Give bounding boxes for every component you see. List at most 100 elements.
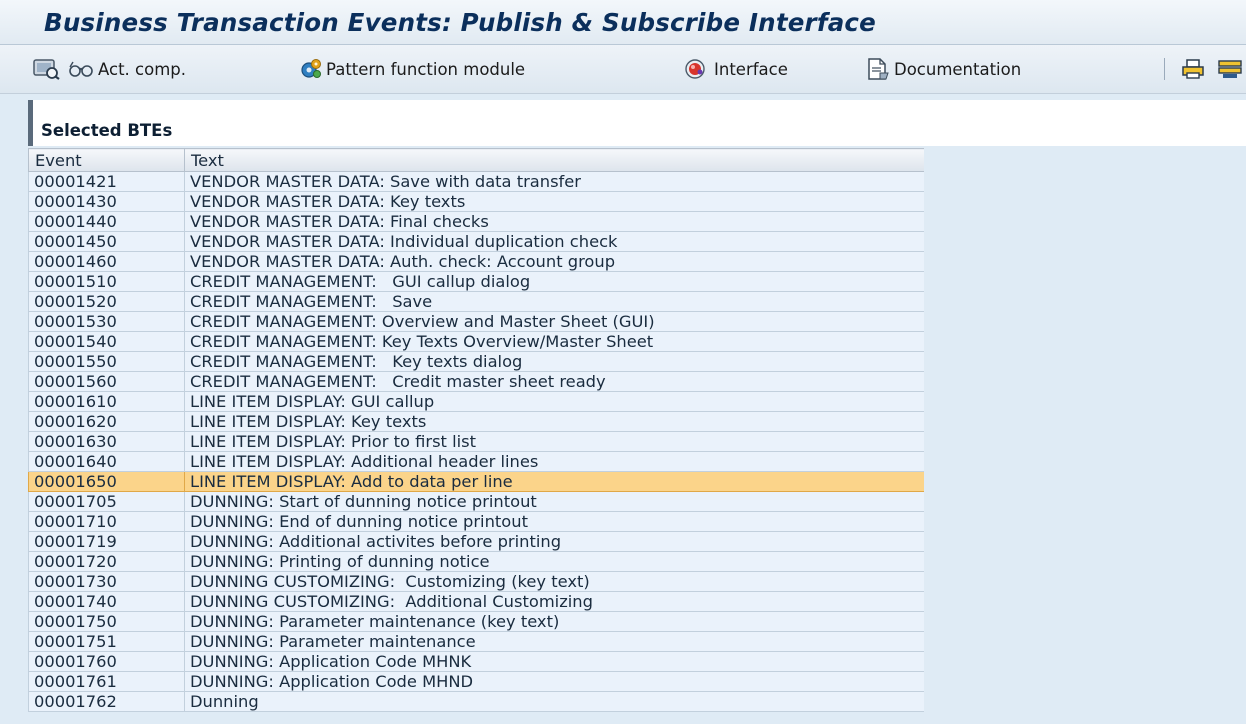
act-comp-button[interactable]: Act. comp. [68,58,186,80]
text-cell[interactable]: LINE ITEM DISPLAY: Add to data per line [184,471,925,492]
event-cell[interactable]: 00001730 [28,571,185,592]
table-row[interactable]: 00001610 LINE ITEM DISPLAY: GUI callup [28,391,925,412]
interface-button[interactable]: Interface [680,58,788,80]
table-row[interactable]: 00001640 LINE ITEM DISPLAY: Additional he… [28,451,925,472]
table-row[interactable]: 00001720 DUNNING: Printing of dunning not… [28,551,925,572]
table-row[interactable]: 00001630 LINE ITEM DISPLAY: Prior to firs… [28,431,925,452]
text-cell[interactable]: VENDOR MASTER DATA: Final checks [184,211,925,232]
table-row[interactable]: 00001762 Dunning [28,691,925,712]
text-cell[interactable]: CREDIT MANAGEMENT: Key texts dialog [184,351,925,372]
table-row[interactable]: 00001421 VENDOR MASTER DATA: Save with da… [28,171,925,192]
table-row[interactable]: 00001730 DUNNING CUSTOMIZING: Customizing… [28,571,925,592]
table-row[interactable]: 00001760 DUNNING: Application Code MHNK [28,651,925,672]
table-row[interactable]: 00001705 DUNNING: Start of dunning notice… [28,491,925,512]
interface-icon [680,58,710,80]
event-cell[interactable]: 00001440 [28,211,185,232]
document-icon [866,58,890,80]
text-cell[interactable]: CREDIT MANAGEMENT: Save [184,291,925,312]
table-row[interactable]: 00001450 VENDOR MASTER DATA: Individual d… [28,231,925,252]
filter-button[interactable] [1217,58,1245,80]
event-cell[interactable]: 00001510 [28,271,185,292]
event-cell[interactable]: 00001620 [28,411,185,432]
table-row[interactable]: 00001550 CREDIT MANAGEMENT: Key texts dia… [28,351,925,372]
text-cell[interactable]: DUNNING: Application Code MHND [184,671,925,692]
text-cell[interactable]: LINE ITEM DISPLAY: Prior to first list [184,431,925,452]
documentation-button[interactable]: Documentation [866,58,1021,80]
text-cell[interactable]: DUNNING: Additional activites before pri… [184,531,925,552]
event-cell[interactable]: 00001530 [28,311,185,332]
text-cell[interactable]: DUNNING: Parameter maintenance [184,631,925,652]
application-toolbar: Act. comp. Pattern function module Inter… [0,45,1246,94]
display-button[interactable] [33,58,61,80]
pattern-function-module-button[interactable]: Pattern function module [300,58,525,80]
text-cell[interactable]: Dunning [184,691,925,712]
table-row[interactable]: 00001510 CREDIT MANAGEMENT: GUI callup di… [28,271,925,292]
event-cell[interactable]: 00001762 [28,691,185,712]
text-cell[interactable]: LINE ITEM DISPLAY: Additional header lin… [184,451,925,472]
text-cell[interactable]: CREDIT MANAGEMENT: Key Texts Overview/Ma… [184,331,925,352]
display-glasses-icon [33,58,61,80]
selected-btes-panel-header: Selected BTEs [28,100,1246,146]
text-cell[interactable]: CREDIT MANAGEMENT: Credit master sheet r… [184,371,925,392]
text-cell[interactable]: DUNNING CUSTOMIZING: Customizing (key te… [184,571,925,592]
table-row[interactable]: 00001460 VENDOR MASTER DATA: Auth. check:… [28,251,925,272]
text-cell[interactable]: DUNNING: Parameter maintenance (key text… [184,611,925,632]
text-cell[interactable]: VENDOR MASTER DATA: Auth. check: Account… [184,251,925,272]
table-row[interactable]: 00001430 VENDOR MASTER DATA: Key texts [28,191,925,212]
documentation-label: Documentation [894,59,1022,79]
event-cell[interactable]: 00001761 [28,671,185,692]
column-header-event[interactable]: Event [28,148,185,172]
text-cell[interactable]: CREDIT MANAGEMENT: GUI callup dialog [184,271,925,292]
table-row[interactable]: 00001440 VENDOR MASTER DATA: Final checks [28,211,925,232]
text-cell[interactable]: DUNNING: End of dunning notice printout [184,511,925,532]
event-cell[interactable]: 00001520 [28,291,185,312]
event-cell[interactable]: 00001705 [28,491,185,512]
event-cell[interactable]: 00001760 [28,651,185,672]
text-cell[interactable]: VENDOR MASTER DATA: Key texts [184,191,925,212]
text-cell[interactable]: DUNNING: Application Code MHNK [184,651,925,672]
table-row[interactable]: 00001750 DUNNING: Parameter maintenance (… [28,611,925,632]
table-row[interactable]: 00001650 LINE ITEM DISPLAY: Add to data p… [28,471,925,492]
pattern-function-module-label: Pattern function module [326,59,526,79]
event-cell[interactable]: 00001751 [28,631,185,652]
text-cell[interactable]: VENDOR MASTER DATA: Save with data trans… [184,171,925,192]
event-cell[interactable]: 00001421 [28,171,185,192]
text-cell[interactable]: CREDIT MANAGEMENT: Overview and Master S… [184,311,925,332]
print-button[interactable] [1181,58,1205,80]
toolbar-separator [1164,58,1165,80]
event-cell[interactable]: 00001720 [28,551,185,572]
table-row[interactable]: 00001620 LINE ITEM DISPLAY: Key texts [28,411,925,432]
text-cell[interactable]: DUNNING: Printing of dunning notice [184,551,925,572]
event-cell[interactable]: 00001630 [28,431,185,452]
event-cell[interactable]: 00001430 [28,191,185,212]
printer-icon [1181,58,1205,80]
text-cell[interactable]: DUNNING: Start of dunning notice printou… [184,491,925,512]
table-row[interactable]: 00001761 DUNNING: Application Code MHND [28,671,925,692]
table-row[interactable]: 00001710 DUNNING: End of dunning notice p… [28,511,925,532]
table-row[interactable]: 00001530 CREDIT MANAGEMENT: Overview and … [28,311,925,332]
table-row[interactable]: 00001520 CREDIT MANAGEMENT: Save [28,291,925,312]
event-cell[interactable]: 00001560 [28,371,185,392]
event-cell[interactable]: 00001750 [28,611,185,632]
table-row[interactable]: 00001719 DUNNING: Additional activites be… [28,531,925,552]
event-cell[interactable]: 00001540 [28,331,185,352]
event-cell[interactable]: 00001550 [28,351,185,372]
event-cell[interactable]: 00001719 [28,531,185,552]
event-cell[interactable]: 00001460 [28,251,185,272]
event-cell[interactable]: 00001650 [28,471,185,492]
table-row[interactable]: 00001560 CREDIT MANAGEMENT: Credit master… [28,371,925,392]
column-header-text[interactable]: Text [184,148,925,172]
text-cell[interactable]: LINE ITEM DISPLAY: Key texts [184,411,925,432]
table-row[interactable]: 00001751 DUNNING: Parameter maintenance [28,631,925,652]
event-cell[interactable]: 00001640 [28,451,185,472]
event-cell[interactable]: 00001610 [28,391,185,412]
gear-pattern-icon [300,58,322,80]
event-cell[interactable]: 00001450 [28,231,185,252]
event-cell[interactable]: 00001740 [28,591,185,612]
table-row[interactable]: 00001740 DUNNING CUSTOMIZING: Additional … [28,591,925,612]
text-cell[interactable]: LINE ITEM DISPLAY: GUI callup [184,391,925,412]
text-cell[interactable]: VENDOR MASTER DATA: Individual duplicati… [184,231,925,252]
event-cell[interactable]: 00001710 [28,511,185,532]
table-row[interactable]: 00001540 CREDIT MANAGEMENT: Key Texts Ove… [28,331,925,352]
text-cell[interactable]: DUNNING CUSTOMIZING: Additional Customiz… [184,591,925,612]
